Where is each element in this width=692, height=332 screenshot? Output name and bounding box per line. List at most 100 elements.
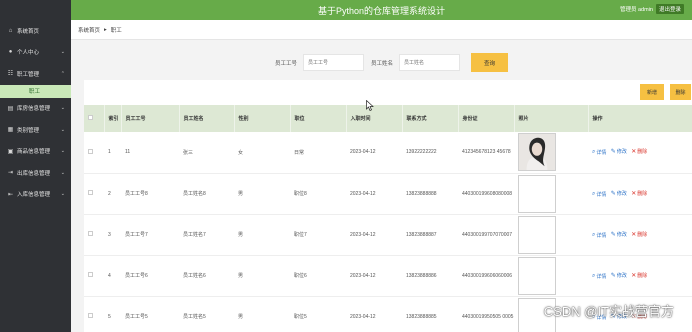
- detail-button[interactable]: ⌕ 详情: [592, 191, 606, 198]
- photo-cell: [514, 255, 588, 297]
- phone-cell: 13823888885: [402, 296, 458, 332]
- edit-button[interactable]: ✎ 修改: [611, 231, 627, 238]
- row-checkbox[interactable]: [88, 272, 93, 277]
- select-all-checkbox[interactable]: [88, 115, 93, 120]
- sidebar: ⌂ 系统首页 ● 个人中心 ⌄ ☷ 职工管理 ⌃ 职工 ▤ 库房信息管理 ⌄ ▦…: [0, 0, 71, 332]
- detail-label: 详情: [596, 191, 607, 198]
- employee-id-label: 员工工号: [275, 61, 298, 67]
- close-icon: ✕: [631, 272, 637, 279]
- sidebar-item-warehouse[interactable]: ▤ 库房信息管理 ⌄: [0, 98, 71, 120]
- mouse-cursor-icon: [366, 100, 374, 111]
- row-select-cell[interactable]: [84, 255, 104, 297]
- column-header[interactable]: 联系方式: [402, 105, 459, 132]
- gender-cell: 男: [234, 296, 290, 332]
- row-checkbox[interactable]: [88, 313, 93, 318]
- employee-photo-placeholder[interactable]: [518, 174, 556, 213]
- column-header[interactable]: 性别: [234, 105, 291, 132]
- breadcrumb-home[interactable]: 系统首页: [78, 26, 100, 34]
- column-header: 索引: [104, 105, 122, 132]
- employee-name-input[interactable]: [399, 54, 460, 71]
- column-header[interactable]: 员工姓名: [179, 105, 235, 132]
- row-checkbox[interactable]: [88, 190, 93, 195]
- column-header[interactable]: 身份证: [458, 105, 515, 132]
- position-cell: 职位8: [290, 173, 346, 215]
- sidebar-item-goods[interactable]: ▣ 商品信息管理 ⌄: [0, 141, 71, 163]
- phone-cell: 13823888886: [402, 255, 458, 297]
- employee-id-cell: 员工工号7: [121, 214, 179, 256]
- chevron-up-icon: ⌃: [60, 70, 65, 77]
- id-card-cell: 440300199606060006: [458, 255, 514, 297]
- sidebar-item-staff[interactable]: ☷ 职工管理 ⌃: [0, 63, 71, 85]
- select-all-header[interactable]: [84, 105, 105, 132]
- delete-button[interactable]: ✕ 删除: [631, 272, 647, 279]
- user-info: 管理员 admin 退出登录: [620, 4, 684, 14]
- column-header[interactable]: 职位: [290, 105, 347, 132]
- column-header: 照片: [514, 105, 589, 132]
- delete-label: 删除: [637, 272, 648, 279]
- photo-cell: [514, 132, 588, 174]
- employee-table: 索引 员工工号 员工姓名 性别 职位 入职时间 联系方式 身份证 照片 操作 1…: [84, 105, 692, 332]
- batch-delete-button[interactable]: 删除: [670, 84, 691, 100]
- table-row: 1 11 张三 女 日常 2023-04-12 13922222222 4123…: [84, 132, 692, 174]
- position-cell: 职位7: [290, 214, 346, 256]
- sidebar-item-label: 出库信息管理: [17, 170, 51, 177]
- sidebar-item-inbound[interactable]: ⇤ 入库信息管理 ⌄: [0, 184, 71, 206]
- search-icon: ⌕: [592, 149, 596, 156]
- team-icon: ☷: [7, 71, 14, 78]
- edit-button[interactable]: ✎ 修改: [611, 148, 627, 155]
- edit-button[interactable]: ✎ 修改: [611, 272, 627, 279]
- category-icon: ▦: [7, 127, 14, 134]
- sidebar-item-category[interactable]: ▦ 类别管理 ⌄: [0, 119, 71, 141]
- sidebar-item-home[interactable]: ⌂ 系统首页: [0, 20, 71, 42]
- employee-id-cell: 11: [121, 132, 179, 174]
- employee-id-cell: 员工工号5: [121, 296, 179, 332]
- goods-icon: ▣: [7, 148, 14, 155]
- detail-button[interactable]: ⌕ 详情: [592, 232, 606, 239]
- row-checkbox[interactable]: [88, 231, 93, 236]
- employee-photo[interactable]: [518, 133, 556, 172]
- row-select-cell[interactable]: [84, 214, 104, 256]
- employee-name-cell: 员工姓名7: [179, 214, 234, 256]
- hire-date-cell: 2023-04-12: [346, 132, 402, 174]
- edit-label: 修改: [616, 190, 627, 197]
- pencil-icon: ✎: [610, 190, 616, 197]
- sidebar-item-outbound[interactable]: ⇥ 出库信息管理 ⌄: [0, 162, 71, 184]
- top-bar: 基于Python的仓库管理系统设计 管理员 admin 退出登录: [71, 0, 692, 20]
- row-select-cell[interactable]: [84, 132, 104, 174]
- detail-button[interactable]: ⌕ 详情: [592, 273, 606, 280]
- employee-name-cell: 员工姓名6: [179, 255, 234, 297]
- row-checkbox[interactable]: [88, 148, 93, 154]
- detail-button[interactable]: ⌕ 详情: [592, 149, 606, 156]
- search-button[interactable]: 查询: [471, 53, 508, 72]
- user-icon: ●: [8, 49, 13, 56]
- delete-button[interactable]: ✕ 删除: [631, 190, 647, 197]
- chevron-down-icon: ⌄: [60, 49, 65, 56]
- delete-label: 删除: [637, 149, 648, 156]
- detail-label: 详情: [596, 150, 607, 157]
- sidebar-item-label: 职工管理: [17, 71, 40, 78]
- edit-button[interactable]: ✎ 修改: [611, 190, 627, 197]
- chevron-down-icon: ⌄: [60, 105, 65, 112]
- row-select-cell[interactable]: [84, 173, 104, 215]
- row-select-cell[interactable]: [84, 296, 104, 332]
- delete-button[interactable]: ✕ 删除: [631, 231, 647, 238]
- add-button[interactable]: 新增: [640, 84, 664, 100]
- employee-photo-placeholder[interactable]: [518, 256, 556, 295]
- employee-photo-placeholder[interactable]: [518, 215, 556, 254]
- watermark: CSDN @IT实战营官方: [543, 304, 674, 319]
- edit-label: 修改: [616, 231, 627, 238]
- pencil-icon: ✎: [610, 231, 616, 238]
- position-cell: 日常: [290, 132, 346, 174]
- phone-cell: 13823888887: [402, 214, 458, 256]
- search-icon: ⌕: [592, 190, 596, 197]
- delete-button[interactable]: ✕ 删除: [631, 148, 647, 155]
- column-header[interactable]: 入职时间: [346, 105, 403, 132]
- employee-id-input[interactable]: [303, 54, 364, 71]
- column-header: 操作: [588, 105, 692, 132]
- sidebar-item-profile[interactable]: ● 个人中心 ⌄: [0, 42, 71, 64]
- gender-cell: 男: [234, 214, 290, 256]
- sidebar-subitem-staff[interactable]: 职工: [0, 84, 71, 98]
- column-header[interactable]: 员工工号: [121, 105, 180, 132]
- logout-button[interactable]: 退出登录: [655, 4, 684, 14]
- id-card-cell: 412345678123 45678: [458, 132, 514, 174]
